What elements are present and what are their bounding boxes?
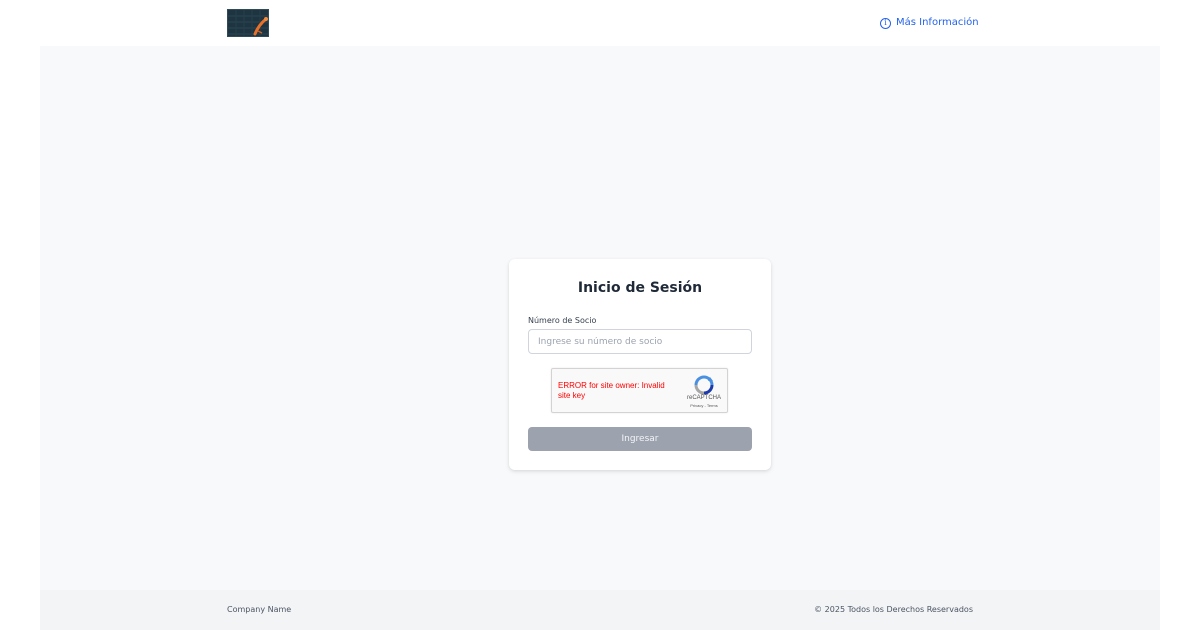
- recaptcha-widget[interactable]: ERROR for site owner: Invalid site key r…: [551, 368, 728, 413]
- info-circle-icon: i: [880, 17, 891, 29]
- recaptcha-logo-icon: [694, 375, 714, 395]
- logo-graphic: [228, 10, 268, 36]
- login-card: Inicio de Sesión Número de Socio ERROR f…: [509, 259, 771, 470]
- more-info-label: Más Información: [896, 17, 979, 28]
- site-footer: Company Name © 2025 Todos los Derechos R…: [40, 590, 1160, 630]
- footer-company-name: Company Name: [227, 605, 292, 614]
- recaptcha-error-text: ERROR for site owner: Invalid site key: [558, 381, 665, 400]
- site-header: i Más Información: [0, 0, 1200, 46]
- recaptcha-terms-link[interactable]: Privacy - Terms: [682, 403, 726, 409]
- member-number-input[interactable]: [528, 329, 752, 354]
- member-number-label: Número de Socio: [528, 316, 597, 325]
- recaptcha-brand: reCAPTCHA: [686, 395, 721, 401]
- login-title: Inicio de Sesión: [577, 280, 703, 296]
- footer-copyright: © 2025 Todos los Derechos Reservados: [814, 605, 973, 614]
- more-info-link[interactable]: i Más Información: [880, 16, 979, 30]
- login-submit-button[interactable]: Ingresar: [528, 427, 752, 451]
- main-content: Inicio de Sesión Número de Socio ERROR f…: [40, 46, 1160, 590]
- company-logo[interactable]: [227, 9, 269, 37]
